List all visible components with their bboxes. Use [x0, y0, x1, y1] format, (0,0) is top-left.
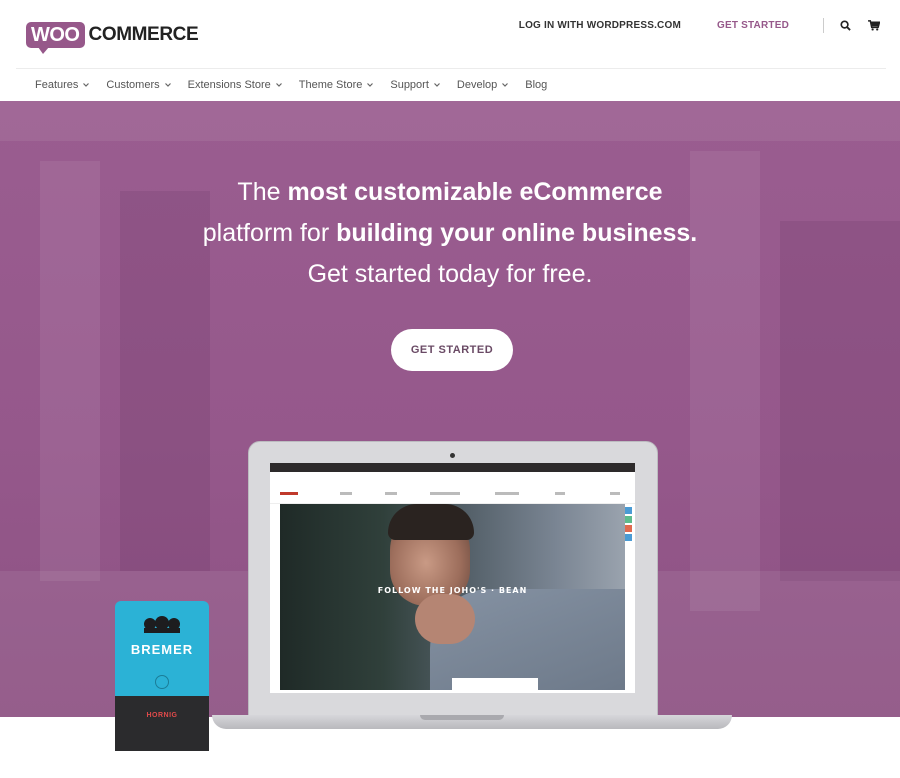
- nav-item-label: Extensions Store: [187, 78, 271, 91]
- hero-line1-text: The: [237, 178, 288, 206]
- site-header: WOO COMMERCE LOG IN WITH WORDPRESS.COM G…: [0, 0, 900, 91]
- screen-share-button: [625, 516, 632, 523]
- screen-nav: [270, 472, 635, 504]
- screen-photo-hair: [388, 504, 474, 540]
- nav-item-customers[interactable]: Customers: [106, 79, 171, 91]
- screen-share-button: [625, 507, 632, 514]
- screen-search-box: [452, 678, 538, 690]
- screen-photo-caption: FOLLOW THE JOHO'S · BEAN: [377, 586, 528, 595]
- hero-headline-line1: The most customizable eCommerce: [0, 172, 900, 213]
- chevron-down-icon: [501, 81, 509, 89]
- login-link[interactable]: LOG IN WITH WORDPRESS.COM: [519, 20, 681, 31]
- hero-line2-bold: building your online business.: [336, 219, 698, 247]
- nav-item-label: Develop: [456, 78, 498, 91]
- screen-share-button: [625, 534, 632, 541]
- screen-photo-hand: [415, 594, 475, 644]
- laptop-screen: FOLLOW THE JOHO'S · BEAN: [270, 463, 635, 693]
- laptop-notch: [420, 715, 504, 720]
- screen-logo: [280, 492, 298, 495]
- nav-item-theme-store[interactable]: Theme Store: [299, 79, 375, 91]
- nav-item-label: Customers: [106, 78, 160, 91]
- chevron-down-icon: [366, 81, 374, 89]
- nav-item-blog[interactable]: Blog: [525, 79, 547, 91]
- hero-get-started-button[interactable]: GET STARTED: [391, 329, 513, 371]
- coffee-bag-faces-icon: [144, 616, 180, 633]
- screen-nav-link: [555, 492, 565, 495]
- header-actions: LOG IN WITH WORDPRESS.COM GET STARTED: [519, 16, 882, 34]
- chevron-down-icon: [82, 81, 90, 89]
- search-icon[interactable]: [837, 17, 853, 33]
- hero-line1-bold: most customizable eCommerce: [287, 178, 663, 206]
- screen-hero-photo: FOLLOW THE JOHO'S · BEAN: [280, 504, 625, 690]
- coffee-bag-bottom: [115, 696, 209, 751]
- screen-nav-link: [495, 492, 519, 495]
- nav-item-support[interactable]: Support: [390, 79, 441, 91]
- hero-bg-ceiling: [0, 101, 900, 141]
- laptop-camera: [450, 453, 455, 458]
- cart-icon[interactable]: [866, 17, 882, 33]
- hero-line2-text: platform for: [202, 219, 337, 247]
- nav-item-label: Support: [390, 78, 429, 91]
- nav-item-label: Features: [35, 78, 79, 91]
- chevron-down-icon: [433, 81, 441, 89]
- logo-wordmark: COMMERCE: [88, 24, 199, 45]
- nav-item-extensions-store[interactable]: Extensions Store: [188, 79, 283, 91]
- coffee-bag-subtitle: HORNIG: [146, 712, 178, 719]
- woocommerce-logo[interactable]: WOO COMMERCE: [26, 20, 199, 54]
- screen-nav-link: [430, 492, 460, 495]
- hero-subheadline: Get started today for free.: [307, 260, 593, 288]
- screen-share-button: [625, 525, 632, 532]
- hero-headline-line2: platform for building your online busine…: [0, 213, 900, 254]
- nav-item-features[interactable]: Features: [35, 79, 90, 91]
- coffee-bag-brand: BREMER: [130, 642, 194, 657]
- screen-nav-link: [610, 492, 620, 495]
- nav-item-develop[interactable]: Develop: [457, 79, 509, 91]
- logo-woo-mark: WOO: [26, 22, 85, 54]
- chevron-down-icon: [275, 81, 283, 89]
- nav-item-label: Theme Store: [298, 78, 363, 91]
- chevron-down-icon: [164, 81, 172, 89]
- screen-nav-link: [385, 492, 397, 495]
- header-divider: [823, 17, 824, 33]
- nav-item-label: Blog: [525, 78, 548, 91]
- screen-topbar: [270, 463, 635, 472]
- main-nav: Features Customers Extensions Store Them…: [16, 68, 886, 100]
- coffee-bag-badge: [155, 675, 169, 689]
- header-get-started-link[interactable]: GET STARTED: [717, 20, 789, 31]
- screen-nav-link: [340, 492, 352, 495]
- coffee-bag-image: BREMER HORNIG: [115, 601, 209, 751]
